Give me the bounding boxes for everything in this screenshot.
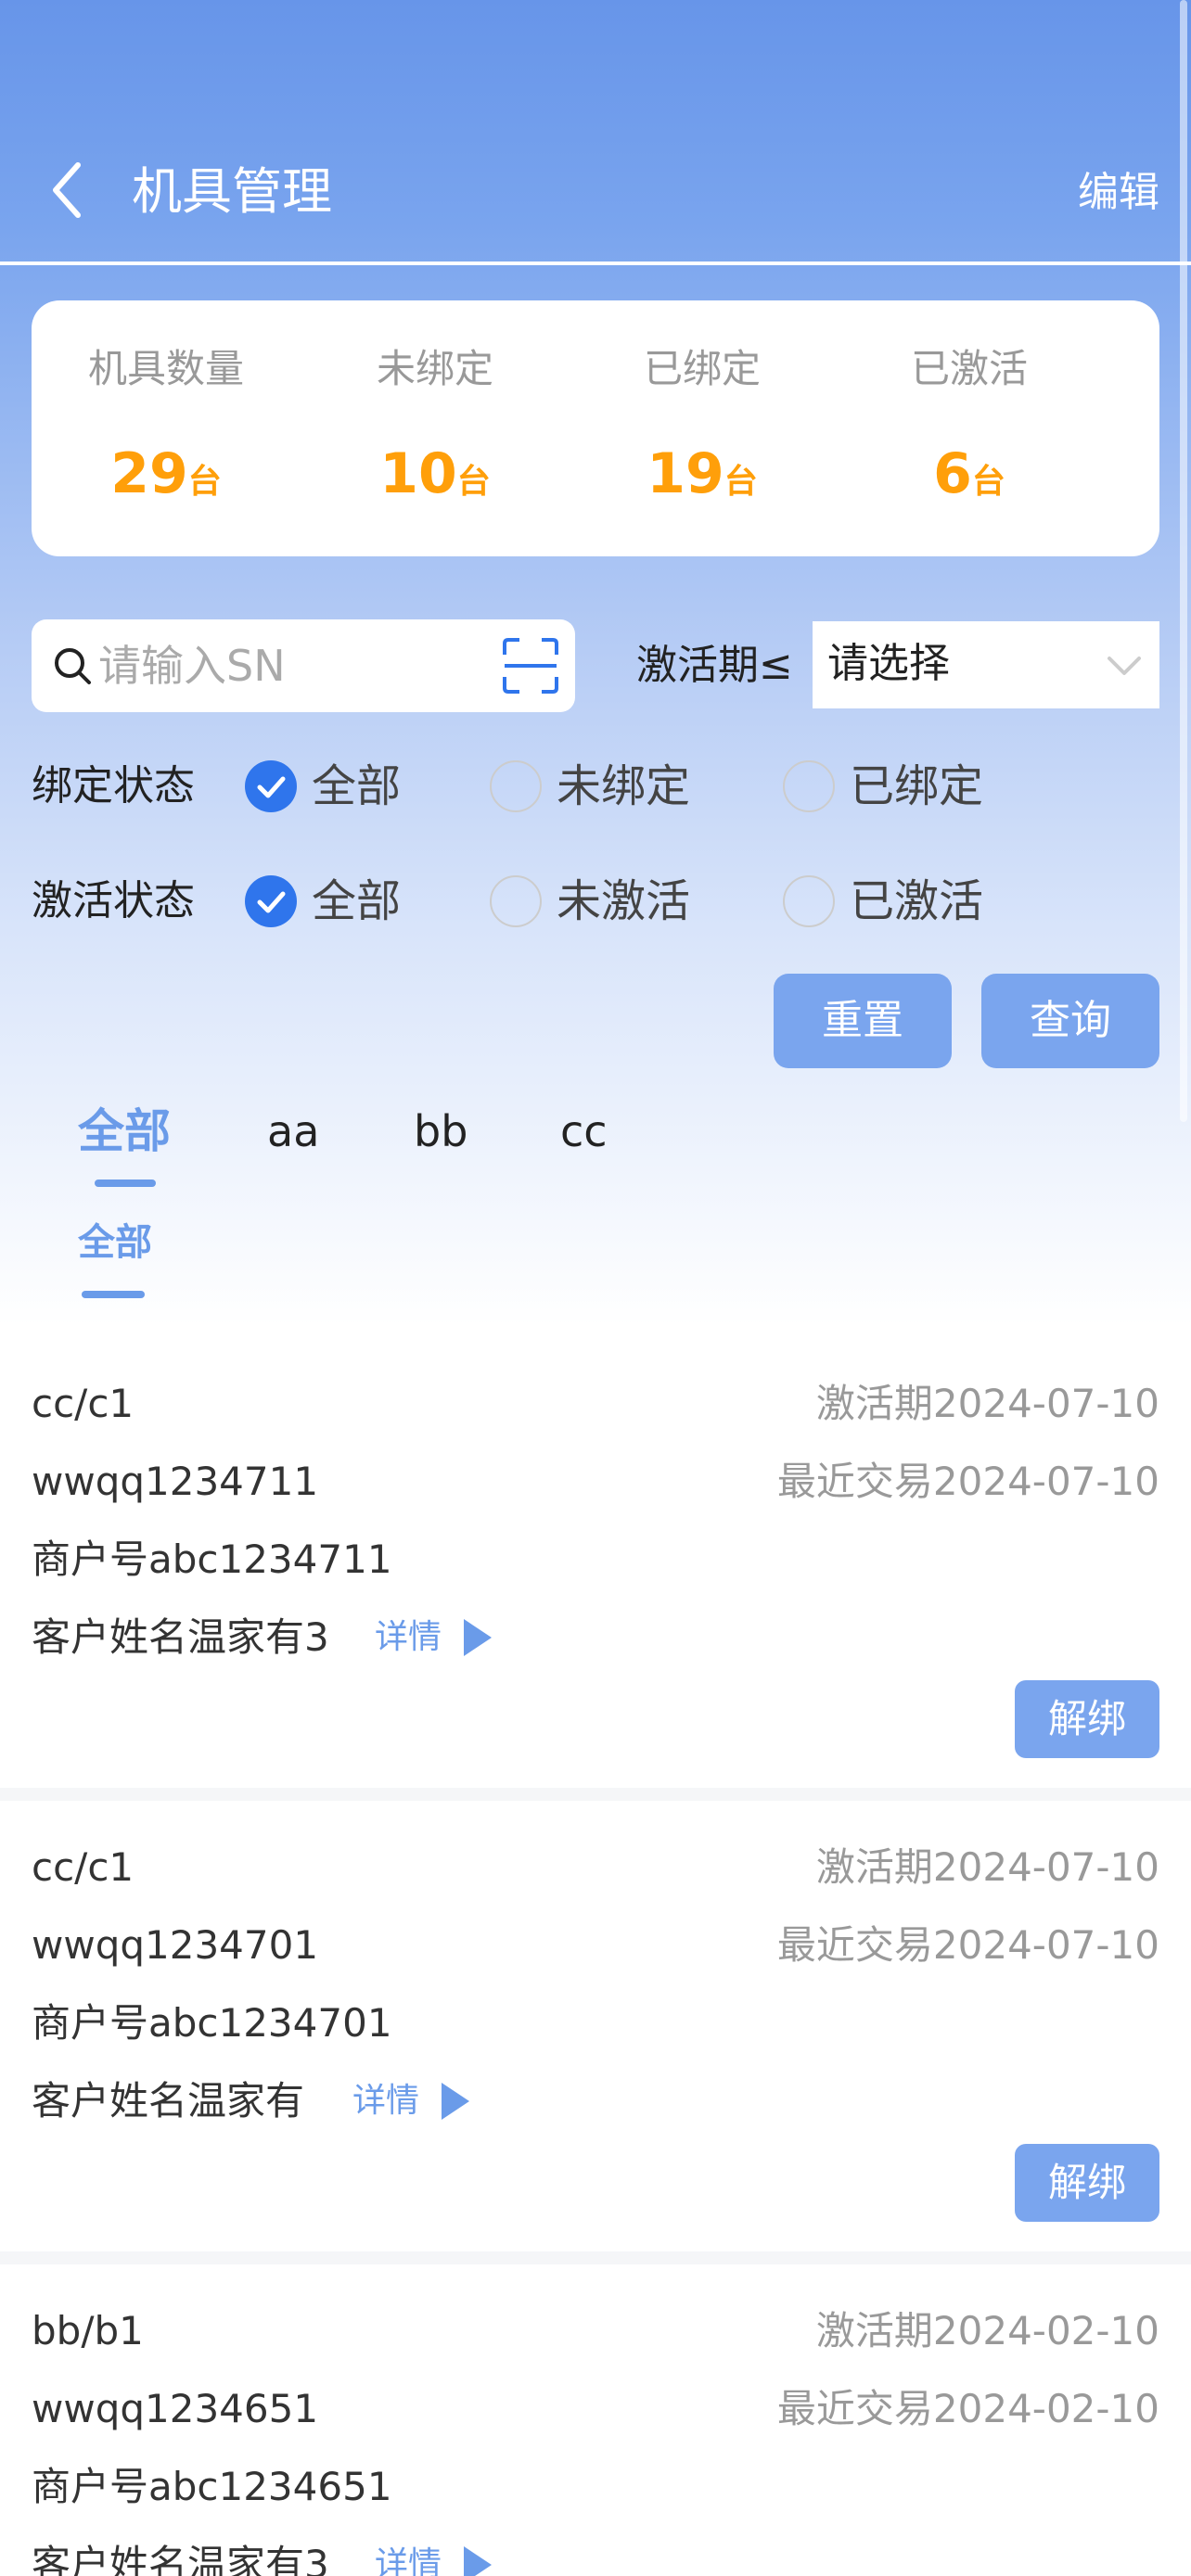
stat-value: 10台 <box>379 441 491 506</box>
customer-name: 客户姓名温家有3 <box>32 1614 329 1660</box>
device-sn: wwqq1234711 <box>32 1459 319 1504</box>
page-title: 机具管理 <box>132 162 332 221</box>
stat-bound: 已绑定 19台 <box>568 300 837 556</box>
tab-aa[interactable]: aa <box>267 1103 319 1159</box>
radio-activate-all[interactable]: 全部 <box>245 872 449 931</box>
stat-value: 6台 <box>933 441 1005 506</box>
stat-label: 已绑定 <box>643 346 761 391</box>
header-divider <box>0 261 1191 265</box>
subtab-active-indicator <box>82 1291 145 1298</box>
last-trade-date: 最近交易2024-02-10 <box>776 2386 1159 2431</box>
merchant-no: 商户号abc1234701 <box>32 2000 392 2046</box>
card-divider <box>0 1788 1191 1801</box>
radio-unchecked-icon <box>783 760 835 812</box>
stat-label: 已激活 <box>910 346 1028 391</box>
activate-date: 激活期2024-02-10 <box>815 2308 1159 2353</box>
device-card: cc/c1 激活期2024-07-10 wwqq1234711 最近交易2024… <box>0 1332 1191 1782</box>
page: 机具管理 编辑 机具数量 29台 未绑定 10台 已绑定 19台 已激活 6台 <box>0 0 1191 2576</box>
period-label: 激活期≤ <box>636 642 793 689</box>
radio-label: 全部 <box>312 875 402 927</box>
radio-label: 已激活 <box>850 875 984 927</box>
detail-link[interactable]: 详情 <box>375 2537 442 2576</box>
device-path: cc/c1 <box>32 1381 134 1426</box>
stat-activated: 已激活 6台 <box>835 300 1104 556</box>
customer-name: 客户姓名温家有3 <box>32 2542 329 2576</box>
scrollbar[interactable] <box>1180 0 1187 1122</box>
radio-checked-icon <box>245 875 297 927</box>
radio-not-activated[interactable]: 未激活 <box>490 872 731 931</box>
device-path: cc/c1 <box>32 1844 134 1890</box>
scan-icon[interactable] <box>501 636 560 695</box>
radio-activated[interactable]: 已激活 <box>783 872 1024 931</box>
card-divider <box>0 2251 1191 2264</box>
stat-label: 未绑定 <box>376 346 493 391</box>
tab-bb[interactable]: bb <box>414 1103 467 1159</box>
search-input[interactable] <box>98 629 497 703</box>
play-arrow-icon[interactable] <box>440 2081 471 2122</box>
stat-value: 29台 <box>110 441 222 506</box>
radio-label: 未激活 <box>557 875 691 927</box>
search-box <box>32 619 575 712</box>
play-arrow-icon[interactable] <box>462 2544 493 2576</box>
stats-card: 机具数量 29台 未绑定 10台 已绑定 19台 已激活 6台 <box>32 300 1159 556</box>
tab-all[interactable]: 全部 <box>78 1103 171 1159</box>
radio-unchecked-icon <box>490 875 542 927</box>
unbind-button[interactable]: 解绑 <box>1015 1680 1159 1758</box>
detail-link[interactable]: 详情 <box>352 2073 419 2129</box>
subtab-all[interactable]: 全部 <box>78 1217 152 1269</box>
tab-active-indicator <box>95 1180 156 1187</box>
radio-label: 已绑定 <box>850 760 984 812</box>
last-trade-date: 最近交易2024-07-10 <box>776 1922 1159 1968</box>
activate-date: 激活期2024-07-10 <box>815 1381 1159 1426</box>
unbind-button[interactable]: 解绑 <box>1015 2144 1159 2222</box>
stat-unbound: 未绑定 10台 <box>301 300 570 556</box>
radio-bind-all[interactable]: 全部 <box>245 757 449 816</box>
stat-value: 19台 <box>647 441 758 506</box>
radio-bound[interactable]: 已绑定 <box>783 757 1024 816</box>
bind-status-label: 绑定状态 <box>32 762 195 810</box>
activate-date: 激活期2024-07-10 <box>815 1844 1159 1890</box>
customer-name: 客户姓名温家有 <box>32 2078 305 2123</box>
back-arrow-icon[interactable] <box>43 158 98 223</box>
radio-checked-icon <box>245 760 297 812</box>
device-sn: wwqq1234651 <box>32 2386 319 2431</box>
device-card: bb/b1 激活期2024-02-10 wwqq1234651 最近交易2024… <box>0 2264 1191 2576</box>
nav-header: 机具管理 编辑 <box>0 0 1191 265</box>
activate-status-label: 激活状态 <box>32 877 195 925</box>
play-arrow-icon[interactable] <box>462 1617 493 1658</box>
device-card: cc/c1 激活期2024-07-10 wwqq1234701 最近交易2024… <box>0 1801 1191 2251</box>
tab-cc[interactable]: cc <box>560 1103 608 1159</box>
last-trade-date: 最近交易2024-07-10 <box>776 1459 1159 1504</box>
merchant-no: 商户号abc1234711 <box>32 1537 392 1582</box>
period-select[interactable]: 请选择 <box>813 621 1159 708</box>
device-sn: wwqq1234701 <box>32 1922 319 1968</box>
stat-label: 机具数量 <box>87 346 244 391</box>
radio-label: 未绑定 <box>557 760 691 812</box>
reset-button[interactable]: 重置 <box>774 974 952 1068</box>
radio-unchecked-icon <box>783 875 835 927</box>
period-select-value: 请选择 <box>827 640 950 687</box>
merchant-no: 商户号abc1234651 <box>32 2464 392 2509</box>
radio-unchecked-icon <box>490 760 542 812</box>
radio-label: 全部 <box>312 760 402 812</box>
radio-unbound[interactable]: 未绑定 <box>490 757 731 816</box>
device-path: bb/b1 <box>32 2308 144 2353</box>
query-button[interactable]: 查询 <box>981 974 1159 1068</box>
stat-total: 机具数量 29台 <box>32 300 301 556</box>
search-icon <box>55 648 91 684</box>
chevron-down-icon <box>1108 657 1141 675</box>
detail-link[interactable]: 详情 <box>375 1610 442 1665</box>
edit-button[interactable]: 编辑 <box>1078 165 1159 221</box>
